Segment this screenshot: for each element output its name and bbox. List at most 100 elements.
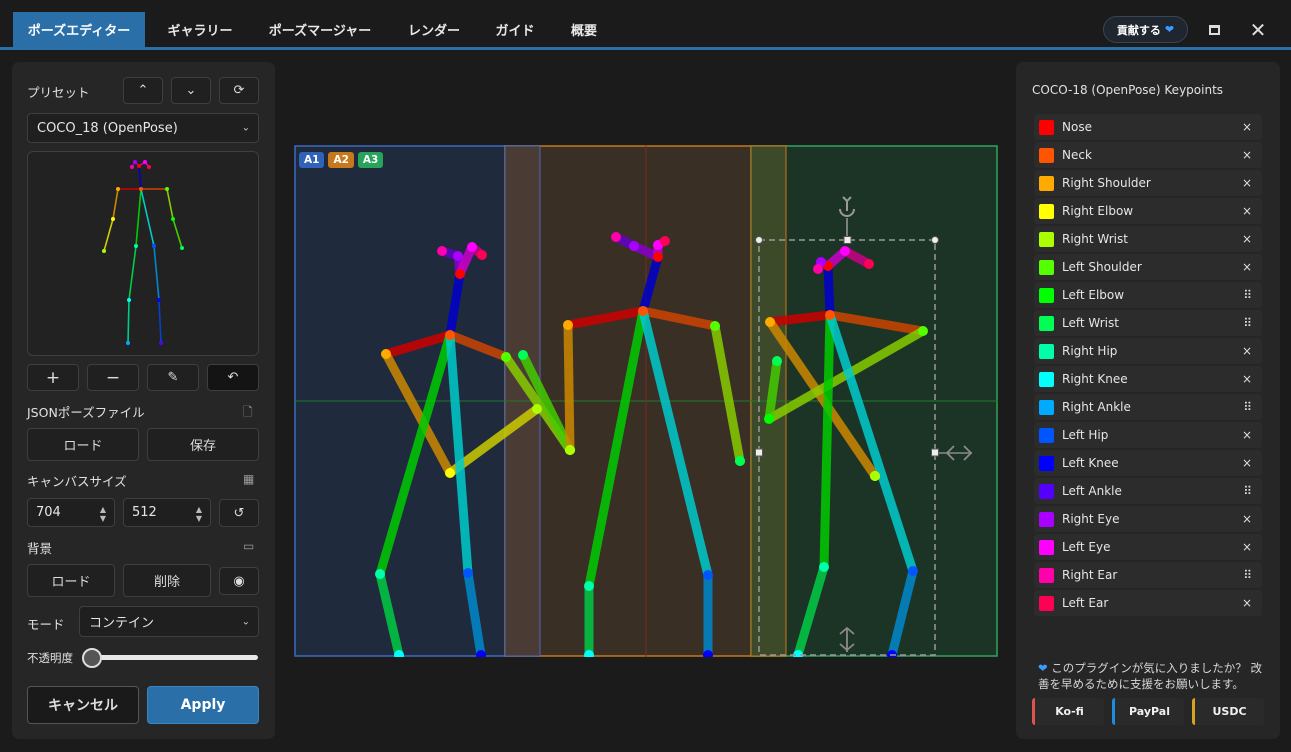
mode-label: モード bbox=[27, 617, 65, 632]
skeleton-joint bbox=[584, 581, 594, 591]
keypoint-row[interactable]: Right Eye × bbox=[1034, 506, 1262, 532]
close-button[interactable]: ✕ bbox=[1246, 18, 1270, 42]
keypoint-row[interactable]: Right Ear ⠿ bbox=[1034, 562, 1262, 588]
donate-button[interactable]: 貢献する ❤ bbox=[1103, 16, 1188, 43]
heart-icon: ❤ bbox=[1164, 23, 1175, 36]
preset-preview[interactable] bbox=[27, 151, 259, 356]
bg-delete-button[interactable]: 削除 bbox=[123, 564, 211, 597]
keypoint-color-swatch bbox=[1039, 567, 1054, 583]
keypoint-name: Left Ankle bbox=[1062, 484, 1122, 498]
remove-keypoint-icon[interactable]: × bbox=[1242, 344, 1252, 358]
keypoint-name: Right Shoulder bbox=[1062, 176, 1151, 190]
badge-a3[interactable]: A3 bbox=[357, 152, 384, 168]
stepper-icon[interactable]: ▲ ▼ bbox=[196, 505, 202, 523]
remove-keypoint-icon[interactable]: × bbox=[1242, 120, 1252, 134]
keypoint-row[interactable]: Left Ear × bbox=[1034, 590, 1262, 616]
keypoint-row[interactable]: Left Shoulder × bbox=[1034, 254, 1262, 280]
keypoint-row[interactable]: Right Knee × bbox=[1034, 366, 1262, 392]
drag-handle-icon[interactable]: ⠿ bbox=[1243, 484, 1252, 498]
json-load-button[interactable]: ロード bbox=[27, 428, 139, 461]
drag-handle-icon[interactable]: ⠿ bbox=[1243, 288, 1252, 302]
badge-a1[interactable]: A1 bbox=[299, 152, 325, 168]
keypoint-name: Left Wrist bbox=[1062, 316, 1119, 330]
tab-pose-merger[interactable]: ポーズマージャー bbox=[255, 12, 385, 47]
json-save-button[interactable]: 保存 bbox=[147, 428, 259, 461]
remove-keypoint-icon[interactable]: × bbox=[1242, 456, 1252, 470]
paypal-button[interactable]: PayPal bbox=[1112, 698, 1184, 725]
canvas-height-input[interactable]: 512 ▲ ▼ bbox=[123, 498, 211, 527]
reset-size-button[interactable]: ↺ bbox=[219, 499, 259, 527]
keypoint-row[interactable]: Left Elbow ⠿ bbox=[1034, 282, 1262, 308]
keypoint-color-swatch bbox=[1039, 287, 1054, 303]
keypoint-row[interactable]: Left Eye × bbox=[1034, 534, 1262, 560]
keypoints-title: COCO-18 (OpenPose) Keypoints bbox=[1032, 83, 1224, 97]
kofi-button[interactable]: Ko-fi bbox=[1032, 698, 1104, 725]
cancel-button[interactable]: キャンセル bbox=[27, 686, 139, 724]
keypoint-row[interactable]: Left Hip × bbox=[1034, 422, 1262, 448]
pose-canvas[interactable]: A1 A2 A3 bbox=[294, 145, 998, 670]
keypoint-row[interactable]: Right Shoulder × bbox=[1034, 170, 1262, 196]
keypoint-name: Right Ear bbox=[1062, 568, 1118, 582]
canvas-width-input[interactable]: 704 ▲ ▼ bbox=[27, 498, 115, 527]
skeleton-joint bbox=[840, 246, 850, 256]
remove-keypoint-icon[interactable]: × bbox=[1242, 176, 1252, 190]
keypoint-row[interactable]: Right Ankle ⠿ bbox=[1034, 394, 1262, 420]
support-message: ❤ このプラグインが気に入りましたか？ 改善を早めるために支援をお願いします。 bbox=[1038, 660, 1266, 692]
remove-keypoint-icon[interactable]: × bbox=[1242, 372, 1252, 386]
canvas-height-value: 512 bbox=[132, 505, 157, 520]
drag-handle-icon[interactable]: ⠿ bbox=[1243, 568, 1252, 582]
undo-button[interactable]: ↶ bbox=[207, 364, 259, 391]
apply-button[interactable]: Apply bbox=[147, 686, 259, 724]
opacity-slider[interactable] bbox=[88, 655, 258, 660]
remove-button[interactable]: − bbox=[87, 364, 139, 391]
maximize-button[interactable] bbox=[1202, 18, 1226, 42]
bg-load-button[interactable]: ロード bbox=[27, 564, 115, 597]
tab-gallery[interactable]: ギャラリー bbox=[155, 12, 245, 47]
stepper-icon[interactable]: ▲ ▼ bbox=[100, 505, 106, 523]
keypoint-row[interactable]: Nose × bbox=[1034, 114, 1262, 140]
usdc-button[interactable]: USDC bbox=[1192, 698, 1264, 725]
keypoint-row[interactable]: Right Elbow × bbox=[1034, 198, 1262, 224]
mode-select[interactable]: コンテイン ⌄ bbox=[79, 606, 259, 637]
keypoint-row[interactable]: Right Hip × bbox=[1034, 338, 1262, 364]
tab-pose-editor[interactable]: ポーズエディター bbox=[13, 12, 145, 47]
donate-label: 貢献する bbox=[1116, 23, 1161, 37]
selection-top-handle bbox=[843, 236, 852, 244]
remove-keypoint-icon[interactable]: × bbox=[1242, 512, 1252, 526]
tab-guide[interactable]: ガイド bbox=[483, 12, 547, 47]
preset-prev-button[interactable]: ⌃ bbox=[123, 77, 163, 104]
keypoint-row[interactable]: Neck × bbox=[1034, 142, 1262, 168]
opacity-slider-thumb[interactable] bbox=[82, 648, 102, 668]
square-icon bbox=[1208, 25, 1220, 35]
preset-select[interactable]: COCO_18 (OpenPose) ⌄ bbox=[27, 113, 259, 143]
keypoint-name: Left Ear bbox=[1062, 596, 1109, 610]
skeleton-limb bbox=[819, 310, 835, 572]
preset-next-button[interactable]: ⌄ bbox=[171, 77, 211, 104]
remove-keypoint-icon[interactable]: × bbox=[1242, 596, 1252, 610]
skeleton-joint bbox=[518, 350, 528, 360]
keypoint-row[interactable]: Left Knee × bbox=[1034, 450, 1262, 476]
remove-keypoint-icon[interactable]: × bbox=[1242, 204, 1252, 218]
add-button[interactable]: + bbox=[27, 364, 79, 391]
keypoint-row[interactable]: Left Wrist ⠿ bbox=[1034, 310, 1262, 336]
drag-handle-icon[interactable]: ⠿ bbox=[1243, 316, 1252, 330]
skeleton-joint bbox=[772, 356, 782, 366]
keypoint-row[interactable]: Right Wrist × bbox=[1034, 226, 1262, 252]
remove-keypoint-icon[interactable]: × bbox=[1242, 428, 1252, 442]
skeleton-limb bbox=[823, 261, 835, 320]
drag-handle-icon[interactable]: ⠿ bbox=[1243, 400, 1252, 414]
remove-keypoint-icon[interactable]: × bbox=[1242, 260, 1252, 274]
badge-a2[interactable]: A2 bbox=[328, 152, 354, 168]
bg-visibility-button[interactable]: ◉ bbox=[219, 567, 259, 595]
tab-about[interactable]: 概要 bbox=[557, 12, 611, 47]
remove-keypoint-icon[interactable]: × bbox=[1242, 540, 1252, 554]
remove-keypoint-icon[interactable]: × bbox=[1242, 148, 1252, 162]
keypoint-row[interactable]: Left Ankle ⠿ bbox=[1034, 478, 1262, 504]
remove-keypoint-icon[interactable]: × bbox=[1242, 232, 1252, 246]
edit-button[interactable]: ✎ bbox=[147, 364, 199, 391]
keypoint-name: Right Eye bbox=[1062, 512, 1120, 526]
preset-refresh-button[interactable]: ⟳ bbox=[219, 77, 259, 104]
tab-render[interactable]: レンダー bbox=[395, 12, 473, 47]
skeleton-joint bbox=[918, 326, 928, 336]
pose-canvas-svg[interactable] bbox=[294, 145, 998, 670]
